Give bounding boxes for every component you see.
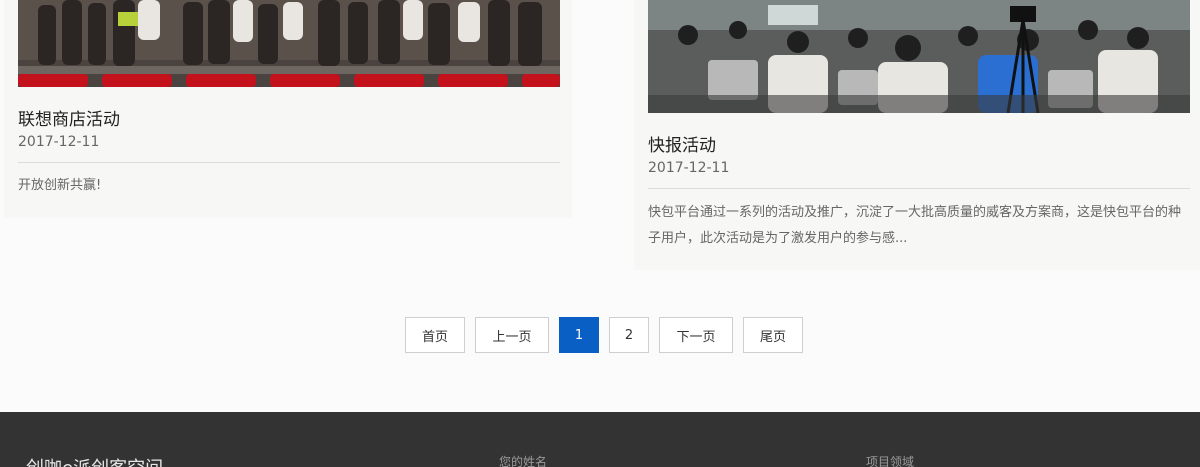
footer: 创咖e派创客空间 您的姓名 项目领域 <box>0 412 1200 467</box>
prev-page-button[interactable]: 上一页 <box>475 317 549 353</box>
activity-photo[interactable] <box>18 0 560 87</box>
card-description: 开放创新共赢! <box>18 178 102 193</box>
card-divider <box>18 162 560 163</box>
field-area-label: 项目领域 <box>866 455 915 467</box>
activity-photo[interactable] <box>648 0 1190 113</box>
card-title[interactable]: 快报活动 <box>648 131 716 156</box>
card-title[interactable]: 联想商店活动 <box>18 105 120 130</box>
activity-card-kuaibao[interactable]: 快报活动 2017-12-11 快包平台通过一系列的活动及推广，沉淀了一大批高质… <box>634 0 1200 270</box>
first-page-button[interactable]: 首页 <box>405 317 465 353</box>
card-divider <box>648 188 1190 189</box>
next-page-button[interactable]: 下一页 <box>659 317 733 353</box>
page-1-button[interactable]: 1 <box>559 317 599 353</box>
last-page-button[interactable]: 尾页 <box>743 317 803 353</box>
pagination: 首页 上一页 1 2 下一页 尾页 <box>0 317 1200 353</box>
card-description: 快包平台通过一系列的活动及推广，沉淀了一大批高质量的威客及方案商，这是快包平台的… <box>648 205 1182 246</box>
page-2-button[interactable]: 2 <box>609 317 649 353</box>
card-date: 2017-12-11 <box>648 160 730 176</box>
activity-card-lenovo[interactable]: 联想商店活动 2017-12-11 开放创新共赢! <box>4 0 572 218</box>
name-field-label: 您的姓名 <box>499 455 548 467</box>
footer-brand: 创咖e派创客空间 <box>26 454 163 467</box>
card-date: 2017-12-11 <box>18 134 100 150</box>
